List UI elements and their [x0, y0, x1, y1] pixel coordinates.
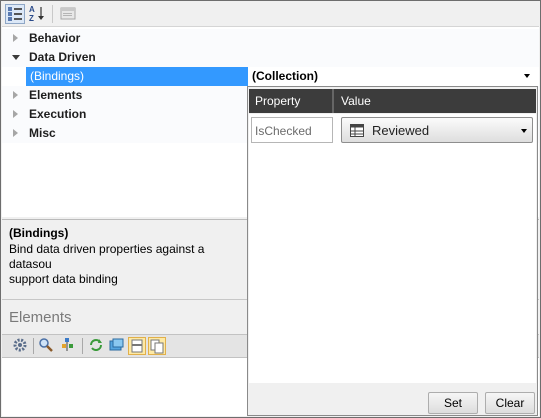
copy-button[interactable]	[148, 337, 166, 355]
window-button[interactable]	[108, 337, 126, 355]
category-label: Elements	[29, 88, 83, 102]
category-label: Behavior	[29, 31, 81, 45]
refresh-icon	[90, 339, 102, 351]
category-label: Misc	[29, 126, 56, 140]
category-label: Execution	[29, 107, 87, 121]
settings-icon	[13, 338, 27, 352]
categorized-button[interactable]	[5, 4, 25, 24]
search-button[interactable]	[38, 337, 56, 355]
clear-button[interactable]: Clear	[485, 392, 535, 414]
elements-title: Elements	[9, 309, 72, 326]
column-header-value: Value	[341, 94, 371, 108]
description-line: support data binding	[9, 272, 118, 286]
property-window: A Z Behavior Data Driven (Bindings) (Col…	[0, 0, 541, 418]
description-title: (Bindings)	[9, 226, 69, 240]
description-text: Bind data driven properties against a da…	[9, 242, 249, 287]
expand-arrow-icon[interactable]	[13, 129, 18, 137]
binding-property-cell: IsChecked	[251, 117, 333, 143]
expand-arrow-icon[interactable]	[13, 91, 18, 99]
bindings-table-header: Property Value	[249, 89, 536, 113]
tree-button[interactable]	[60, 337, 78, 355]
table-column-icon	[350, 124, 364, 137]
property-pages-icon	[60, 7, 76, 20]
svg-text:Z: Z	[29, 14, 34, 22]
dropdown-arrow-icon[interactable]	[521, 129, 527, 133]
copy-icon	[150, 339, 164, 354]
alphabetical-button[interactable]: A Z	[28, 4, 48, 24]
alphabetical-sort-icon: A Z	[29, 5, 44, 23]
property-row-bindings[interactable]: (Bindings) (Collection)	[2, 67, 539, 86]
property-name[interactable]: (Bindings)	[26, 67, 248, 86]
description-line: Bind data driven properties against a da…	[9, 242, 205, 271]
collapse-arrow-icon[interactable]	[12, 55, 20, 60]
layout-icon	[131, 339, 143, 353]
categorized-icon	[8, 7, 22, 21]
property-value[interactable]: (Collection)	[252, 67, 318, 86]
toolbar-separator	[52, 5, 53, 23]
category-behavior[interactable]: Behavior	[2, 29, 539, 48]
expand-arrow-icon[interactable]	[13, 110, 18, 118]
tree-icon	[62, 338, 73, 351]
binding-value-dropdown[interactable]: Reviewed	[341, 117, 533, 143]
bindings-editor-popup: Property Value IsChecked Reviewed Set Cl…	[247, 86, 538, 416]
set-button[interactable]: Set	[428, 392, 478, 414]
column-header-property: Property	[249, 89, 334, 113]
property-toolbar: A Z	[2, 2, 539, 27]
expand-arrow-icon[interactable]	[13, 34, 18, 42]
svg-text:A: A	[29, 5, 35, 14]
dropdown-arrow-icon[interactable]	[524, 74, 530, 78]
toolbar-separator	[33, 338, 34, 354]
binding-value-text: Reviewed	[372, 123, 430, 138]
refresh-button[interactable]	[88, 337, 106, 355]
category-label: Data Driven	[29, 50, 96, 64]
bindings-table-body: IsChecked Reviewed	[249, 114, 536, 383]
property-pages-button[interactable]	[59, 4, 79, 24]
settings-button[interactable]	[12, 337, 30, 355]
window-icon	[109, 338, 124, 351]
category-data-driven[interactable]: Data Driven	[2, 48, 539, 67]
layout-button[interactable]	[128, 337, 146, 355]
search-icon	[39, 338, 53, 352]
toolbar-separator	[82, 338, 83, 354]
